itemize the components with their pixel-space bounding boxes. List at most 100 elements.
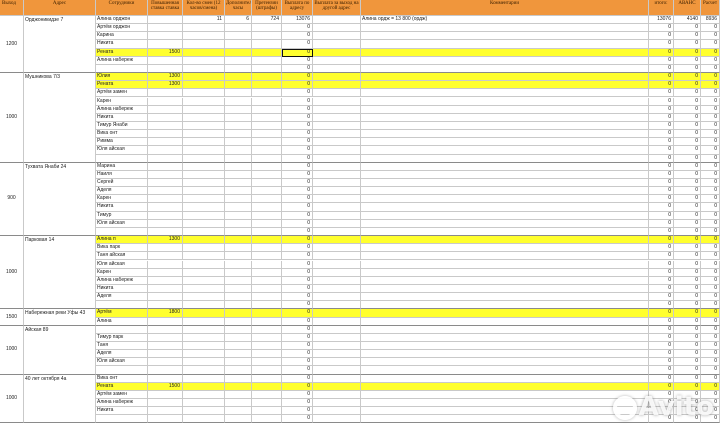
cell-drug[interactable] bbox=[313, 374, 361, 383]
cell-smen[interactable]: 11 bbox=[183, 16, 225, 25]
cell-name[interactable]: Марина bbox=[96, 162, 148, 171]
cell-drug[interactable] bbox=[313, 40, 361, 49]
column-header-name[interactable]: Сотрудники bbox=[96, 0, 148, 16]
cell-avans[interactable]: 0 bbox=[674, 244, 701, 253]
cell-raschet[interactable]: 0 bbox=[701, 309, 720, 318]
cell-pret[interactable] bbox=[252, 73, 282, 82]
cell-avans[interactable]: 0 bbox=[674, 399, 701, 408]
cell-comment[interactable] bbox=[361, 374, 649, 383]
cell-dop[interactable] bbox=[225, 121, 252, 131]
cell-raschet[interactable]: 0 bbox=[701, 317, 720, 326]
cell-vypl[interactable]: 0 bbox=[282, 366, 313, 375]
cell-name[interactable]: Алина орджон bbox=[96, 16, 148, 25]
cell-itogo[interactable]: 0 bbox=[649, 382, 674, 391]
cell-comment[interactable] bbox=[361, 260, 649, 269]
cell-itogo[interactable]: 0 bbox=[649, 268, 674, 277]
cell-stavka[interactable] bbox=[148, 195, 183, 204]
cell-avans[interactable]: 0 bbox=[674, 64, 701, 74]
cell-pret[interactable] bbox=[252, 81, 282, 90]
cell-vypl[interactable]: 0 bbox=[282, 113, 313, 122]
cell-stavka[interactable] bbox=[148, 162, 183, 171]
cell-comment[interactable] bbox=[361, 399, 649, 408]
cell-dop[interactable] bbox=[225, 390, 252, 400]
cell-dop[interactable] bbox=[225, 317, 252, 326]
cell-comment[interactable] bbox=[361, 40, 649, 49]
cell-dop[interactable] bbox=[225, 227, 252, 237]
cell-drug[interactable] bbox=[313, 399, 361, 408]
cell-itogo[interactable]: 0 bbox=[649, 121, 674, 131]
cell-dop[interactable] bbox=[225, 24, 252, 33]
cell-pret[interactable] bbox=[252, 260, 282, 269]
cell-smen[interactable] bbox=[183, 415, 225, 424]
cell-comment[interactable] bbox=[361, 97, 649, 106]
cell-dop[interactable]: 6 bbox=[225, 16, 252, 25]
cell-stavka[interactable]: 1500 bbox=[148, 48, 183, 57]
cell-itogo[interactable]: 0 bbox=[649, 252, 674, 261]
cell-raschet[interactable]: 0 bbox=[701, 32, 720, 41]
cell-itogo[interactable]: 0 bbox=[649, 276, 674, 285]
cell-name[interactable]: Рената bbox=[96, 81, 148, 90]
cell-dop[interactable] bbox=[225, 162, 252, 171]
cell-comment[interactable] bbox=[361, 293, 649, 302]
cell-pret[interactable] bbox=[252, 399, 282, 408]
cell-stavka[interactable]: 1300 bbox=[148, 73, 183, 82]
column-header-vyhod[interactable]: Выход bbox=[0, 0, 24, 16]
cell-itogo[interactable]: 0 bbox=[649, 113, 674, 122]
cell-pret[interactable] bbox=[252, 252, 282, 261]
cell-smen[interactable] bbox=[183, 219, 225, 228]
cell-vypl[interactable]: 0 bbox=[282, 260, 313, 269]
cell-avans[interactable]: 0 bbox=[674, 227, 701, 237]
cell-vypl[interactable]: 0 bbox=[282, 81, 313, 90]
cell-drug[interactable] bbox=[313, 317, 361, 326]
cell-itogo[interactable]: 0 bbox=[649, 333, 674, 342]
cell-smen[interactable] bbox=[183, 350, 225, 359]
cell-drug[interactable] bbox=[313, 121, 361, 131]
cell-stavka[interactable] bbox=[148, 227, 183, 237]
cell-avans[interactable]: 0 bbox=[674, 333, 701, 342]
cell-smen[interactable] bbox=[183, 342, 225, 351]
cell-avans[interactable]: 0 bbox=[674, 325, 701, 334]
cell-itogo[interactable]: 0 bbox=[649, 138, 674, 147]
cell-smen[interactable] bbox=[183, 203, 225, 212]
cell-pret[interactable] bbox=[252, 268, 282, 277]
cell-pret[interactable] bbox=[252, 203, 282, 212]
cell-itogo[interactable]: 0 bbox=[649, 154, 674, 163]
cell-drug[interactable] bbox=[313, 333, 361, 342]
cell-name[interactable]: Алина п bbox=[96, 236, 148, 245]
column-header-address[interactable]: Адрес bbox=[24, 0, 96, 16]
cell-pret[interactable] bbox=[252, 40, 282, 49]
cell-stavka[interactable] bbox=[148, 16, 183, 25]
cell-drug[interactable] bbox=[313, 350, 361, 359]
cell-avans[interactable]: 0 bbox=[674, 309, 701, 318]
cell-raschet[interactable]: 0 bbox=[701, 162, 720, 171]
group-vyhod[interactable]: 1000 bbox=[0, 236, 24, 310]
cell-avans[interactable]: 0 bbox=[674, 179, 701, 188]
cell-itogo[interactable]: 0 bbox=[649, 317, 674, 326]
cell-vypl[interactable]: 0 bbox=[282, 162, 313, 171]
cell-stavka[interactable]: 1500 bbox=[148, 382, 183, 391]
cell-stavka[interactable] bbox=[148, 130, 183, 139]
cell-dop[interactable] bbox=[225, 399, 252, 408]
cell-avans[interactable]: 0 bbox=[674, 195, 701, 204]
cell-dop[interactable] bbox=[225, 333, 252, 342]
cell-raschet[interactable]: 8936 bbox=[701, 16, 720, 25]
cell-itogo[interactable]: 0 bbox=[649, 32, 674, 41]
cell-raschet[interactable]: 0 bbox=[701, 374, 720, 383]
cell-drug[interactable] bbox=[313, 48, 361, 57]
cell-pret[interactable] bbox=[252, 415, 282, 424]
cell-itogo[interactable]: 0 bbox=[649, 89, 674, 98]
cell-raschet[interactable]: 0 bbox=[701, 81, 720, 90]
cell-itogo[interactable]: 0 bbox=[649, 97, 674, 106]
cell-vypl[interactable]: 0 bbox=[282, 390, 313, 400]
cell-dop[interactable] bbox=[225, 154, 252, 163]
cell-name[interactable]: Рената bbox=[96, 382, 148, 391]
cell-itogo[interactable]: 0 bbox=[649, 56, 674, 65]
cell-name[interactable]: Артём bbox=[96, 309, 148, 318]
cell-pret[interactable] bbox=[252, 366, 282, 375]
cell-comment[interactable] bbox=[361, 227, 649, 237]
cell-pret[interactable] bbox=[252, 130, 282, 139]
cell-itogo[interactable]: 0 bbox=[649, 162, 674, 171]
cell-vypl[interactable]: 0 bbox=[282, 154, 313, 163]
cell-itogo[interactable]: 0 bbox=[649, 187, 674, 196]
cell-smen[interactable] bbox=[183, 276, 225, 285]
